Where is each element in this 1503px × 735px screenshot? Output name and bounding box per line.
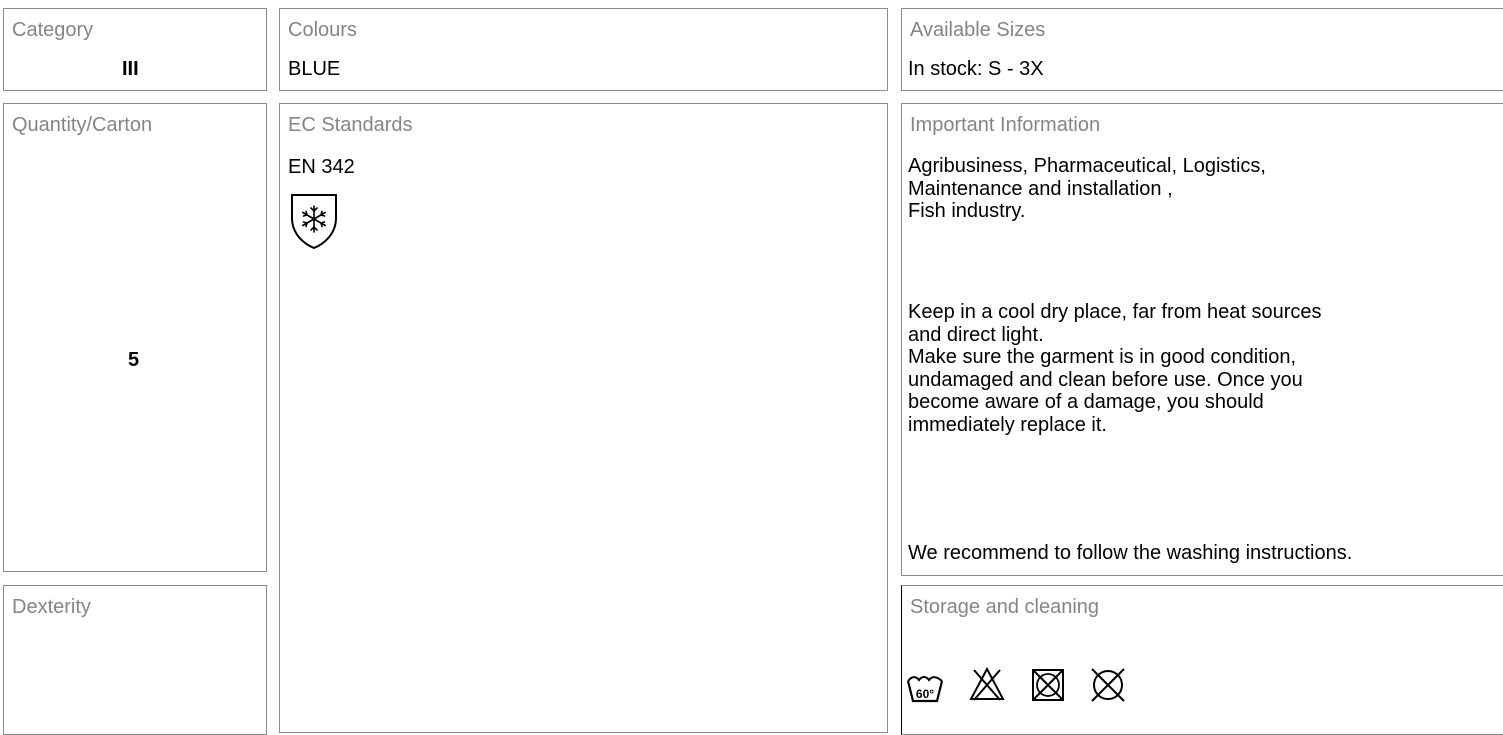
dexterity-cell: Dexterity (3, 585, 267, 735)
category-label: Category (12, 19, 94, 41)
category-cell: Category III (3, 8, 267, 91)
important-info-label: Important Information (910, 114, 1101, 136)
do-not-tumble-dry-icon (1032, 669, 1064, 701)
do-not-dry-clean-icon (1091, 668, 1125, 702)
sizes-value: In stock: S - 3X (908, 58, 1044, 80)
wash-60-icon: 60° (906, 676, 944, 703)
washing-note-text: We recommend to follow the washing instr… (908, 542, 1353, 564)
important-info-cell: Important Information Agribusiness, Phar… (901, 103, 1503, 576)
storage-instructions-text: Keep in a cool dry place, far from heat … (908, 301, 1322, 436)
quantity-label: Quantity/Carton (12, 114, 153, 136)
category-value: III (122, 58, 139, 80)
colours-label: Colours (288, 19, 357, 41)
standards-label: EC Standards (288, 114, 413, 136)
colours-cell: Colours BLUE (279, 8, 888, 91)
cold-protection-shield-icon (291, 194, 337, 250)
sizes-label: Available Sizes (910, 19, 1046, 41)
standards-cell: EC Standards EN 342 (279, 103, 888, 733)
industries-text: Agribusiness, Pharmaceutical, Logistics,… (908, 155, 1266, 222)
quantity-cell: Quantity/Carton 5 (3, 103, 267, 572)
standards-value: EN 342 (288, 156, 355, 178)
storage-cleaning-cell: Storage and cleaning 60° (901, 585, 1503, 735)
svg-text:60°: 60° (916, 687, 934, 701)
quantity-value: 5 (128, 349, 140, 371)
colours-value: BLUE (288, 58, 341, 80)
do-not-bleach-icon (969, 666, 1005, 701)
dexterity-label: Dexterity (12, 596, 91, 618)
storage-cleaning-label: Storage and cleaning (910, 596, 1100, 618)
sizes-cell: Available Sizes In stock: S - 3X (901, 8, 1503, 91)
